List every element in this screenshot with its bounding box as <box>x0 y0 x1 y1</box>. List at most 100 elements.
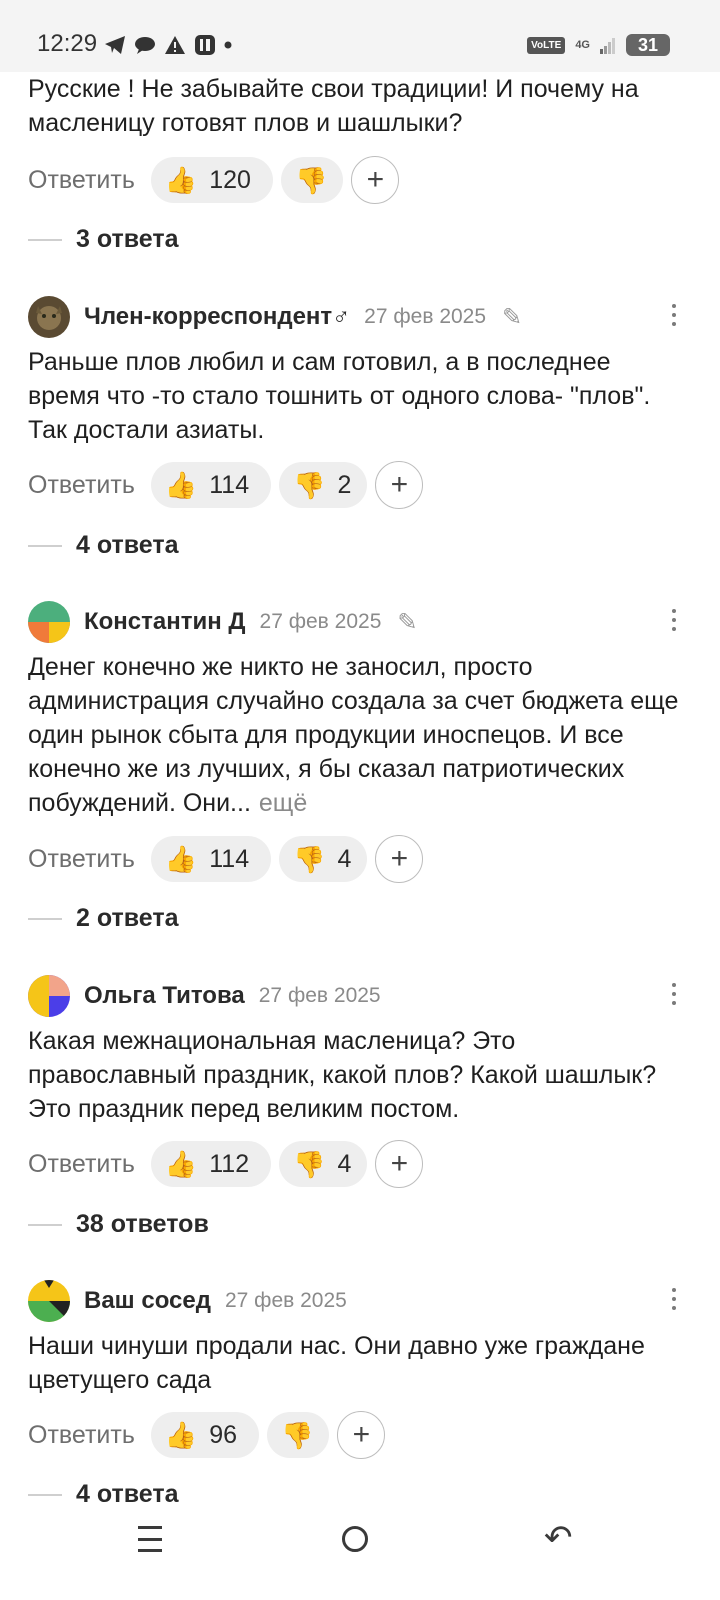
thumbs-down-icon: 👍 <box>294 165 328 196</box>
author-name[interactable]: Ольга Титова <box>84 982 245 1010</box>
dislike-button[interactable]: 👍 4 <box>279 1141 368 1187</box>
thumbs-down-icon: 👍 <box>293 470 326 501</box>
more-vert-icon[interactable] <box>672 1288 676 1310</box>
comment-date: 27 фев 2025 <box>364 305 487 328</box>
home-icon[interactable] <box>342 1526 368 1552</box>
avatar[interactable] <box>28 1280 70 1322</box>
dislike-button[interactable]: 👍 <box>280 157 344 203</box>
thumbs-up-icon: 👍 <box>164 1148 198 1179</box>
add-reaction-button[interactable]: + <box>375 835 424 883</box>
comment-actions: Ответить 👍 112 👍 4 + <box>28 1140 424 1188</box>
thumbs-down-icon: 👍 <box>293 1149 326 1180</box>
replies-count: 4 ответа <box>76 1480 179 1502</box>
signal-icon <box>600 38 615 54</box>
replies-count: 2 ответа <box>76 904 179 932</box>
comment-actions: Ответить 👍 96 👍 + <box>28 1411 386 1459</box>
replies-toggle[interactable]: 2 ответа <box>28 904 179 933</box>
divider-line <box>28 1493 62 1496</box>
more-vert-icon[interactable] <box>672 609 676 631</box>
dislike-button[interactable]: 👍 <box>267 1412 330 1458</box>
warning-icon <box>165 36 185 54</box>
plus-icon: + <box>390 468 409 501</box>
plus-icon: + <box>366 163 385 196</box>
avatar[interactable] <box>28 975 70 1017</box>
reply-button[interactable]: Ответить <box>28 471 135 500</box>
comment-header: Ваш сосед 27 фев 2025 <box>28 1280 688 1322</box>
thumbs-down-icon: 👍 <box>281 1420 314 1451</box>
plus-icon: + <box>352 1418 371 1451</box>
avatar[interactable] <box>28 296 70 338</box>
replies-count: 3 ответа <box>76 225 179 253</box>
app-icon <box>195 35 215 55</box>
reply-button[interactable]: Ответить <box>28 166 135 195</box>
like-count: 114 <box>209 844 250 873</box>
comment-text: Денег конечно же никто не заносил, прост… <box>28 650 688 820</box>
add-reaction-button[interactable]: + <box>375 1140 424 1188</box>
author-name[interactable]: Ваш сосед <box>84 1287 211 1315</box>
thumbs-up-icon: 👍 <box>164 469 198 500</box>
thumbs-up-icon: 👍 <box>164 843 198 874</box>
like-count: 120 <box>209 165 251 194</box>
comment-header: Константин Д 27 фев 2025 ✎ <box>28 601 688 643</box>
dot-icon <box>224 41 232 49</box>
divider-line <box>28 917 62 920</box>
replies-toggle[interactable]: 4 ответа <box>28 531 179 560</box>
volte-badge: VoLTE <box>527 36 566 54</box>
telegram-icon <box>105 36 125 54</box>
comment-header: Ольга Титова 27 фев 2025 <box>28 975 688 1017</box>
replies-count: 4 ответа <box>76 531 179 559</box>
like-count: 114 <box>209 470 250 499</box>
replies-count: 38 ответов <box>76 1210 209 1238</box>
divider-line <box>28 238 62 241</box>
battery-level: 31 <box>626 34 670 56</box>
comment-actions: Ответить 👍 120 👍 + <box>28 156 400 204</box>
comments-list[interactable]: Русские ! Не забывайте свои традиции! И … <box>0 72 720 1502</box>
divider-line <box>28 1223 62 1226</box>
divider-line <box>28 544 62 547</box>
dislike-count: 4 <box>337 1149 352 1178</box>
like-count: 112 <box>209 1149 250 1178</box>
dislike-button[interactable]: 👍 2 <box>279 462 368 508</box>
like-button[interactable]: 👍 114 <box>150 836 272 882</box>
notification-icons <box>104 34 232 56</box>
status-bar: 12:29 VoLTE 4G 31 <box>0 0 720 72</box>
more-vert-icon[interactable] <box>672 304 676 326</box>
comment-date: 27 фев 2025 <box>224 1289 347 1312</box>
like-button[interactable]: 👍 120 <box>150 157 273 203</box>
dislike-count: 4 <box>337 844 352 873</box>
network-type: 4G <box>575 39 590 51</box>
recent-apps-icon[interactable] <box>138 1526 164 1552</box>
add-reaction-button[interactable]: + <box>351 156 400 204</box>
plus-icon: + <box>390 1147 409 1180</box>
pencil-icon: ✎ <box>397 608 418 636</box>
like-button[interactable]: 👍 96 <box>150 1412 260 1458</box>
show-more-link[interactable]: ещё <box>259 789 307 817</box>
author-name[interactable]: Константин Д <box>84 608 246 636</box>
comment-body: Денег конечно же никто не заносил, прост… <box>28 653 679 817</box>
avatar[interactable] <box>28 601 70 643</box>
like-button[interactable]: 👍 112 <box>150 1141 272 1187</box>
reply-button[interactable]: Ответить <box>28 845 135 874</box>
thumbs-down-icon: 👍 <box>293 844 326 875</box>
plus-icon: + <box>390 842 409 875</box>
add-reaction-button[interactable]: + <box>375 461 424 509</box>
chat-icon <box>135 37 155 54</box>
system-nav-bar: ↶ <box>0 1502 720 1600</box>
reply-button[interactable]: Ответить <box>28 1150 135 1179</box>
like-button[interactable]: 👍 114 <box>150 462 272 508</box>
replies-toggle[interactable]: 4 ответа <box>28 1480 179 1502</box>
thumbs-up-icon: 👍 <box>164 1419 198 1450</box>
dislike-button[interactable]: 👍 4 <box>279 836 368 882</box>
comment-actions: Ответить 👍 114 👍 4 + <box>28 835 424 883</box>
comment-date: 27 фев 2025 <box>259 610 382 633</box>
pencil-icon: ✎ <box>502 303 523 331</box>
replies-toggle[interactable]: 3 ответа <box>28 225 179 254</box>
like-count: 96 <box>209 1420 238 1449</box>
comment-text: Какая межнациональная масленица? Это пра… <box>28 1027 657 1123</box>
more-vert-icon[interactable] <box>672 983 676 1005</box>
back-icon[interactable]: ↶ <box>544 1518 573 1558</box>
reply-button[interactable]: Ответить <box>28 1421 135 1450</box>
replies-toggle[interactable]: 38 ответов <box>28 1210 209 1239</box>
add-reaction-button[interactable]: + <box>337 1411 386 1459</box>
author-name[interactable]: Член-корреспондент♂ <box>84 303 350 331</box>
